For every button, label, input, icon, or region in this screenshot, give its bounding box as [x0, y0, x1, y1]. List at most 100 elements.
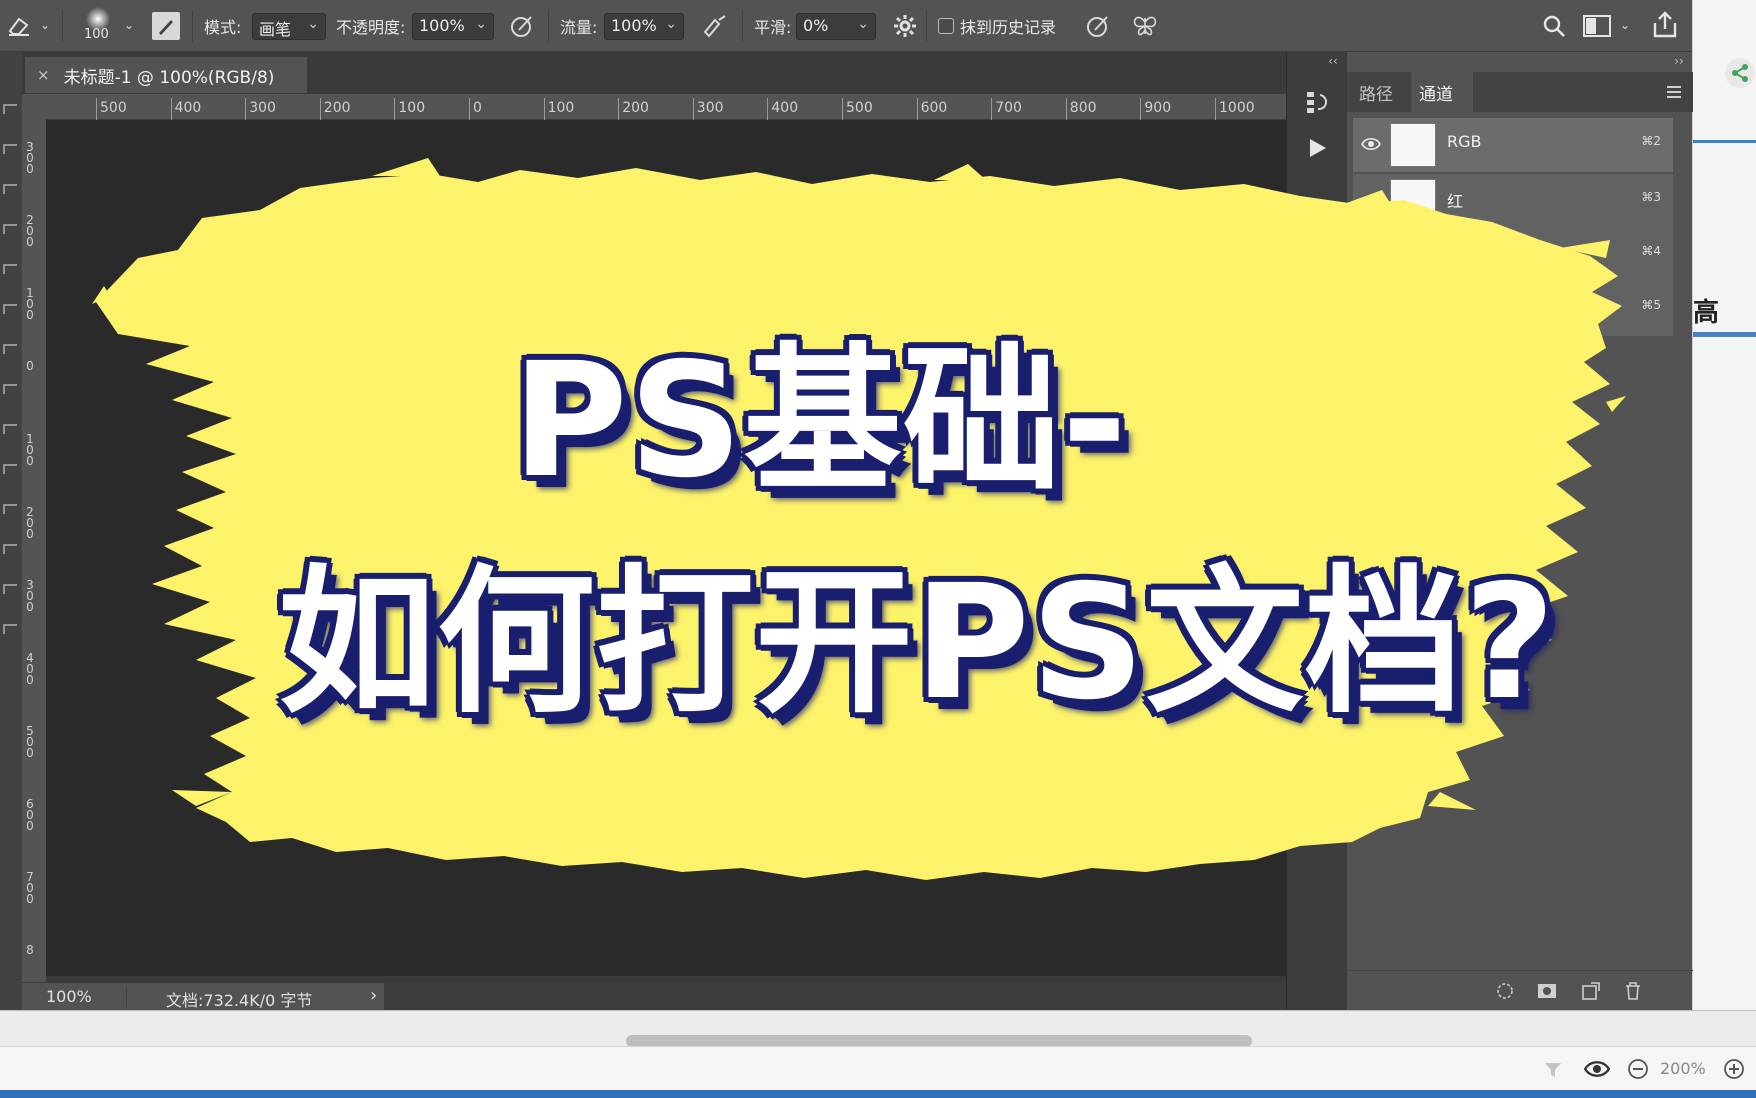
tool-icon[interactable] [3, 384, 17, 394]
separator [62, 10, 63, 42]
options-bar: ⌄ 100 ⌄ 模式: 画笔 ⌄ 不透明度: 100% ⌄ 流量: 100% ⌄… [0, 0, 1692, 52]
separator [548, 10, 549, 42]
tool-icon[interactable] [3, 264, 17, 274]
ruler-tick [245, 98, 247, 120]
visibility-eye-icon[interactable] [1361, 136, 1381, 155]
channel-row-blue[interactable]: ⌘5 [1353, 282, 1673, 336]
ruler-tick-label: 6 0 0 [26, 797, 34, 833]
tool-icon[interactable] [3, 464, 17, 474]
ruler-tick-label: 300 [696, 100, 724, 116]
brush-settings-panel-icon[interactable] [152, 12, 180, 40]
ruler-tick [319, 98, 321, 120]
accent-line [1693, 332, 1756, 337]
document-tab[interactable]: × 未标题-1 @ 100%(RGB/8) [25, 57, 307, 93]
separator [926, 10, 927, 42]
flow-value: 100% [611, 16, 657, 35]
status-track [384, 983, 1286, 1011]
tab-channels[interactable]: 通道 [1411, 72, 1473, 112]
channel-row-rgb[interactable]: RGB ⌘2 [1353, 118, 1673, 172]
collapse-left-icon[interactable]: ‹‹ [1325, 54, 1341, 68]
share-network-icon[interactable] [1725, 58, 1755, 88]
ruler-tick-label: 500 [100, 100, 127, 116]
ruler-tick-label: 7 0 0 [26, 870, 34, 906]
flow-input[interactable]: 100% ⌄ [604, 13, 684, 40]
vertical-ruler[interactable]: 3 0 0 2 0 0 1 0 0 0 1 0 0 2 0 0 3 0 0 4 0 0 5 0 … [22, 94, 46, 982]
status-menu-arrow-icon[interactable]: › [370, 985, 377, 1006]
ruler-tick-label: 400 [771, 100, 799, 116]
tool-icon[interactable] [3, 184, 17, 194]
erase-history-label: 抹到历史记录 [960, 18, 1057, 37]
ruler-tick-label: 800 [1069, 100, 1097, 116]
panel-menu-icon[interactable] [1665, 84, 1683, 100]
tool-icon[interactable] [3, 104, 17, 114]
history-panel-icon[interactable] [1303, 88, 1331, 116]
airbrush-icon[interactable] [700, 12, 730, 40]
horizontal-ruler[interactable]: 500 400 300 200 100 0 100 200 300 400 500 600 700 800… [46, 94, 1286, 120]
close-icon[interactable]: × [37, 66, 50, 84]
ruler-tick [916, 98, 918, 120]
opacity-label: 不透明度: [336, 18, 406, 37]
panel-footer [1347, 970, 1693, 1010]
ruler-tick-label: 4 0 0 [26, 651, 34, 687]
tool-icon[interactable] [3, 424, 17, 434]
actions-play-icon[interactable] [1303, 134, 1331, 162]
opacity-input[interactable]: 100% ⌄ [412, 13, 494, 40]
filter-icon[interactable] [1542, 1059, 1564, 1081]
ruler-tick-label: 600 [920, 100, 948, 116]
workspace-chevron-down-icon[interactable]: ⌄ [1618, 18, 1632, 32]
load-selection-icon[interactable] [1493, 979, 1517, 1003]
ruler-tick [1140, 98, 1142, 120]
title-line-2: 如何打开PS文档? [278, 551, 1557, 735]
tool-preset-chevron-icon[interactable]: ⌄ [38, 18, 52, 32]
tool-icon[interactable] [3, 584, 17, 594]
search-icon[interactable] [1540, 12, 1568, 40]
smoothing-input[interactable]: 0% ⌄ [796, 13, 876, 40]
new-channel-icon[interactable] [1579, 979, 1603, 1003]
tool-icon[interactable] [3, 224, 17, 234]
ruler-tick-label: 700 [995, 100, 1022, 116]
partial-label: 高 [1693, 298, 1720, 328]
chevron-down-icon: ⌄ [665, 16, 677, 32]
workspace-layout-icon[interactable] [1582, 13, 1612, 39]
ruler-tick-label: 1000 [1219, 100, 1255, 116]
collapse-right-icon[interactable]: ›› [1671, 54, 1687, 68]
eye-icon[interactable] [1582, 1057, 1612, 1081]
opacity-value: 100% [419, 16, 465, 35]
save-selection-mask-icon[interactable] [1535, 979, 1559, 1003]
horizontal-scrollbar[interactable] [0, 1010, 1756, 1047]
zoom-in-icon[interactable] [1722, 1057, 1746, 1081]
gear-icon[interactable] [892, 13, 918, 39]
brush-picker-chevron-icon[interactable]: ⌄ [122, 18, 136, 32]
tool-icon[interactable] [3, 504, 17, 514]
trash-icon[interactable] [1621, 979, 1645, 1003]
ruler-tick [543, 98, 545, 120]
ruler-tick-label: 400 [174, 100, 202, 116]
channel-shortcut: ⌘3 [1641, 190, 1661, 204]
ruler-tick-label: 900 [1144, 100, 1172, 116]
zoom-value: 200% [1660, 1059, 1706, 1078]
erase-history-checkbox[interactable] [938, 18, 954, 34]
ruler-tick-label: 100 [398, 100, 426, 116]
ruler-tick [394, 98, 396, 120]
tab-paths[interactable]: 路径 [1359, 72, 1407, 112]
zoom-out-icon[interactable] [1626, 1057, 1650, 1081]
tool-icon[interactable] [3, 344, 17, 354]
tool-icon[interactable] [3, 304, 17, 314]
share-export-icon[interactable] [1650, 10, 1680, 40]
pressure-size-icon[interactable] [1084, 12, 1112, 40]
ruler-tick-label: 0 [26, 359, 34, 373]
zoom-level[interactable]: 100% [46, 987, 92, 1006]
title-line-1: PS基础- [512, 329, 1129, 513]
channel-row-green[interactable]: ⌘4 [1353, 228, 1673, 282]
channel-name: 红 [1447, 192, 1464, 211]
symmetry-butterfly-icon[interactable] [1130, 12, 1160, 40]
channel-row-red[interactable]: 红 ⌘3 [1353, 174, 1673, 228]
eraser-tool-icon[interactable] [6, 14, 32, 38]
channel-shortcut: ⌘5 [1641, 298, 1661, 312]
tool-icon[interactable] [3, 544, 17, 554]
tool-icon[interactable] [3, 624, 17, 634]
mode-dropdown[interactable]: 画笔 ⌄ [252, 13, 326, 40]
tool-icon[interactable] [3, 144, 17, 154]
ruler-tick-label: 3 0 0 [26, 578, 34, 614]
pressure-opacity-icon[interactable] [508, 12, 536, 40]
